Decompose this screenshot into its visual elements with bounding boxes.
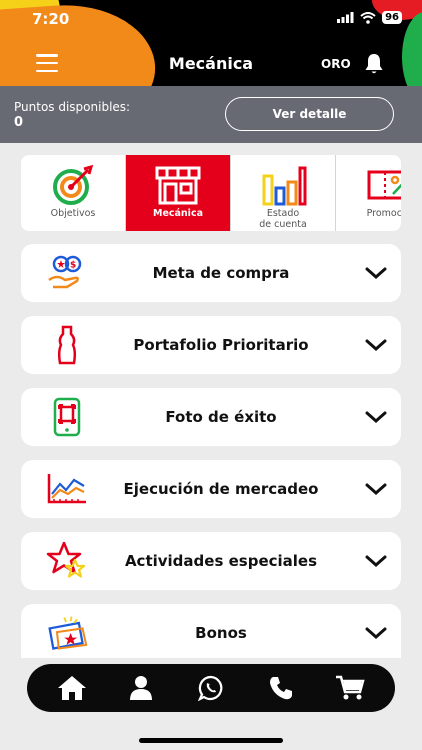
coupon-icon <box>363 164 401 206</box>
section-portafolio-prioritario[interactable]: Portafolio Prioritario <box>21 316 401 374</box>
target-icon <box>51 164 95 206</box>
chevron-down-icon <box>365 555 387 568</box>
nav-cart[interactable] <box>330 668 370 708</box>
section-label: Foto de éxito <box>165 408 277 426</box>
chevron-down-icon <box>365 483 387 496</box>
svg-text:$: $ <box>70 261 76 271</box>
home-indicator <box>139 738 283 743</box>
chevron-down-icon <box>365 267 387 280</box>
tab-objetivos[interactable]: Objetivos <box>21 155 126 231</box>
chevron-down-icon <box>365 411 387 424</box>
phone-icon <box>269 677 292 700</box>
battery-indicator: 96 <box>382 11 402 24</box>
points-bar: Puntos disponibles: 0 Ver detalle <box>0 86 422 143</box>
level-badge: ORO <box>321 57 351 71</box>
section-ejecucion-de-mercadeo[interactable]: Ejecución de mercadeo <box>21 460 401 518</box>
section-actividades-especiales[interactable]: Actividades especiales <box>21 532 401 590</box>
cart-icon <box>336 675 365 700</box>
nav-phone[interactable] <box>261 668 301 708</box>
bell-icon[interactable] <box>362 52 386 80</box>
points-value: 0 <box>14 115 24 130</box>
view-detail-button[interactable]: Ver detalle <box>225 97 394 131</box>
tab-label: Objetivos <box>50 208 96 219</box>
section-label: Portafolio Prioritario <box>133 336 309 354</box>
status-time: 7:20 <box>32 10 70 28</box>
tab-label-line: Estado <box>266 208 300 219</box>
points-label: Puntos disponibles: <box>14 100 131 114</box>
bar-chart-icon <box>259 164 307 206</box>
store-icon <box>153 164 203 206</box>
status-icons: 96 <box>337 11 402 24</box>
tab-label: Estado de cuenta <box>259 208 307 230</box>
nav-home[interactable] <box>52 668 92 708</box>
page-title: Mecánica <box>168 54 254 73</box>
nav-profile[interactable] <box>121 668 161 708</box>
home-icon <box>57 676 86 700</box>
mechanics-tabs: Objetivos Mecánica Estado de cuenta Prom… <box>21 155 401 231</box>
app-header: 7:20 96 Mecánica ORO <box>0 0 422 86</box>
nav-whatsapp[interactable] <box>191 668 231 708</box>
tab-label: Mecánica <box>152 208 203 219</box>
section-label: Actividades especiales <box>124 552 318 570</box>
section-label: Ejecución de mercadeo <box>123 480 319 498</box>
section-bonos[interactable]: Bonos <box>21 604 401 658</box>
section-label: Bonos <box>195 624 247 642</box>
tab-promociones[interactable]: Promocio <box>336 155 401 231</box>
decor-orange-shape <box>0 0 160 86</box>
tab-label-line: de cuenta <box>259 219 307 230</box>
whatsapp-icon <box>197 675 223 701</box>
section-label: Meta de compra <box>152 264 290 282</box>
chevron-down-icon <box>365 627 387 640</box>
chevron-down-icon <box>365 339 387 352</box>
section-meta-de-compra[interactable]: $ Meta de compra <box>21 244 401 302</box>
profile-icon <box>130 676 153 700</box>
bottom-nav <box>27 664 395 712</box>
decor-green-shape <box>402 12 422 86</box>
wifi-icon <box>360 11 376 24</box>
tab-estado-de-cuenta[interactable]: Estado de cuenta <box>231 155 336 231</box>
section-foto-de-exito[interactable]: Foto de éxito <box>21 388 401 446</box>
tab-label: Promocio <box>366 208 401 219</box>
tab-mecanica[interactable]: Mecánica <box>126 155 231 231</box>
signal-icon <box>337 12 354 23</box>
